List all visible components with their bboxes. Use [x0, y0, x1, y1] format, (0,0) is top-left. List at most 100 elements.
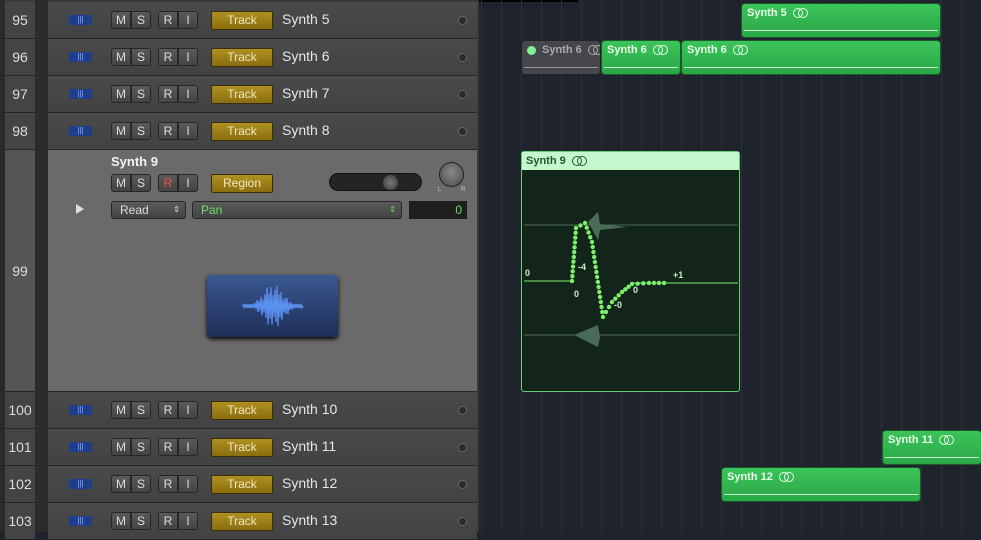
automation-point[interactable] — [590, 244, 595, 250]
mute-button[interactable]: M — [111, 438, 131, 456]
input-button[interactable]: I — [178, 11, 198, 29]
mute-button[interactable]: M — [111, 11, 131, 29]
track-status-dot[interactable] — [458, 480, 467, 489]
track-header[interactable]: ||| M S R I Track Synth 10 — [48, 392, 477, 429]
region-button[interactable]: Region — [211, 174, 273, 193]
solo-button[interactable]: S — [131, 11, 151, 29]
solo-button[interactable]: S — [131, 475, 151, 493]
mute-button[interactable]: M — [111, 174, 131, 192]
region[interactable]: Synth 12 — [721, 467, 921, 502]
track-button[interactable]: Track — [211, 122, 273, 141]
input-button[interactable]: I — [178, 475, 198, 493]
region[interactable]: Synth 6 — [521, 40, 601, 75]
automation-point[interactable] — [606, 304, 612, 310]
track-header[interactable]: ||| M S R I Track Synth 6 — [48, 39, 477, 76]
track-header[interactable]: ||| M S R I Track Synth 12 — [48, 466, 477, 503]
track-button[interactable]: Track — [211, 512, 273, 531]
solo-button[interactable]: S — [131, 174, 151, 192]
track-button[interactable]: Track — [211, 11, 273, 30]
automation-point[interactable] — [651, 280, 657, 286]
automation-point[interactable] — [588, 235, 593, 240]
automation-point[interactable] — [646, 280, 652, 286]
automation-point[interactable] — [616, 293, 621, 298]
automation-point[interactable] — [592, 254, 597, 260]
automation-point[interactable] — [570, 273, 575, 279]
automation-point[interactable] — [573, 235, 578, 240]
track-status-dot[interactable] — [458, 53, 467, 62]
automation-point[interactable] — [573, 225, 579, 231]
input-button[interactable]: I — [178, 401, 198, 419]
region[interactable]: Synth 5 — [741, 3, 941, 38]
automation-point[interactable] — [586, 230, 591, 235]
input-button[interactable]: I — [178, 122, 198, 140]
track-header[interactable]: ||| M S R I Track Synth 5 — [48, 2, 477, 39]
automation-point[interactable] — [596, 284, 601, 290]
automation-point[interactable] — [571, 249, 577, 255]
input-button[interactable]: I — [178, 48, 198, 66]
automation-parameter-select[interactable]: Pan ⇕ — [192, 201, 402, 219]
automation-point[interactable] — [572, 240, 578, 245]
region[interactable]: Synth 6 — [601, 40, 681, 75]
track-name[interactable]: Synth 10 — [282, 401, 337, 417]
automation-point[interactable] — [594, 269, 599, 275]
track-header[interactable]: M S R I Region Synth 9 L R Read ⇕ Pan ⇕ 0 — [48, 150, 477, 392]
automation-point[interactable] — [572, 245, 577, 250]
automation-point[interactable] — [584, 225, 589, 230]
automation-mode-select[interactable]: Read ⇕ — [111, 201, 186, 219]
solo-button[interactable]: S — [131, 401, 151, 419]
track-status-dot[interactable] — [458, 517, 467, 526]
record-button[interactable]: R — [158, 48, 178, 66]
automation-point[interactable] — [641, 281, 646, 286]
track-header[interactable]: ||| M S R I Track Synth 8 — [48, 113, 477, 150]
automation-point[interactable] — [595, 279, 601, 285]
arrange-area[interactable]: Synth 5 Synth 6 Synth 6 Synth 6 Synth 11 Synt… — [479, 0, 981, 532]
solo-button[interactable]: S — [131, 122, 151, 140]
automation-point[interactable] — [589, 239, 595, 245]
region[interactable]: Synth 11 — [882, 430, 981, 465]
automation-point[interactable] — [582, 220, 588, 226]
input-button[interactable]: I — [178, 85, 198, 103]
disclosure-triangle[interactable] — [76, 204, 84, 214]
solo-button[interactable]: S — [131, 438, 151, 456]
track-button[interactable]: Track — [211, 48, 273, 67]
input-button[interactable]: I — [178, 174, 198, 192]
automation-region[interactable]: Synth 9 0 -4 0 -0 0 +1 — [521, 151, 740, 392]
automation-point[interactable] — [661, 280, 667, 286]
mute-button[interactable]: M — [111, 401, 131, 419]
track-status-dot[interactable] — [458, 90, 467, 99]
mute-button[interactable]: M — [111, 475, 131, 493]
track-status-dot[interactable] — [458, 443, 467, 452]
automation-point[interactable] — [597, 289, 602, 295]
automation-point[interactable] — [656, 280, 662, 286]
automation-point[interactable] — [571, 259, 576, 264]
track-header[interactable]: ||| M S R I Track Synth 13 — [48, 503, 477, 540]
mute-button[interactable]: M — [111, 85, 131, 103]
track-name[interactable]: Synth 13 — [282, 512, 337, 528]
mute-button[interactable]: M — [111, 122, 131, 140]
track-name[interactable]: Synth 5 — [282, 11, 329, 27]
track-name[interactable]: Synth 6 — [282, 48, 329, 64]
automation-point[interactable] — [594, 274, 600, 280]
automation-point[interactable] — [578, 223, 583, 228]
automation-point[interactable] — [593, 264, 598, 270]
solo-button[interactable]: S — [131, 85, 151, 103]
region[interactable]: Synth 6 — [681, 40, 941, 75]
automation-point[interactable] — [597, 294, 603, 300]
track-name[interactable]: Synth 8 — [282, 122, 329, 138]
track-status-dot[interactable] — [458, 406, 467, 415]
automation-point[interactable] — [570, 269, 575, 274]
track-button[interactable]: Track — [211, 475, 273, 494]
automation-point[interactable] — [592, 259, 598, 265]
record-button[interactable]: R — [158, 85, 178, 103]
volume-slider[interactable] — [329, 173, 422, 191]
track-header[interactable]: ||| M S R I Track Synth 11 — [48, 429, 477, 466]
solo-button[interactable]: S — [131, 48, 151, 66]
track-status-dot[interactable] — [458, 127, 467, 136]
track-button[interactable]: Track — [211, 85, 273, 104]
track-name[interactable]: Synth 12 — [282, 475, 337, 491]
track-status-dot[interactable] — [458, 16, 467, 25]
automation-point[interactable] — [591, 249, 596, 255]
record-button[interactable]: R — [158, 512, 178, 530]
mute-button[interactable]: M — [111, 48, 131, 66]
record-button[interactable]: R — [158, 11, 178, 29]
